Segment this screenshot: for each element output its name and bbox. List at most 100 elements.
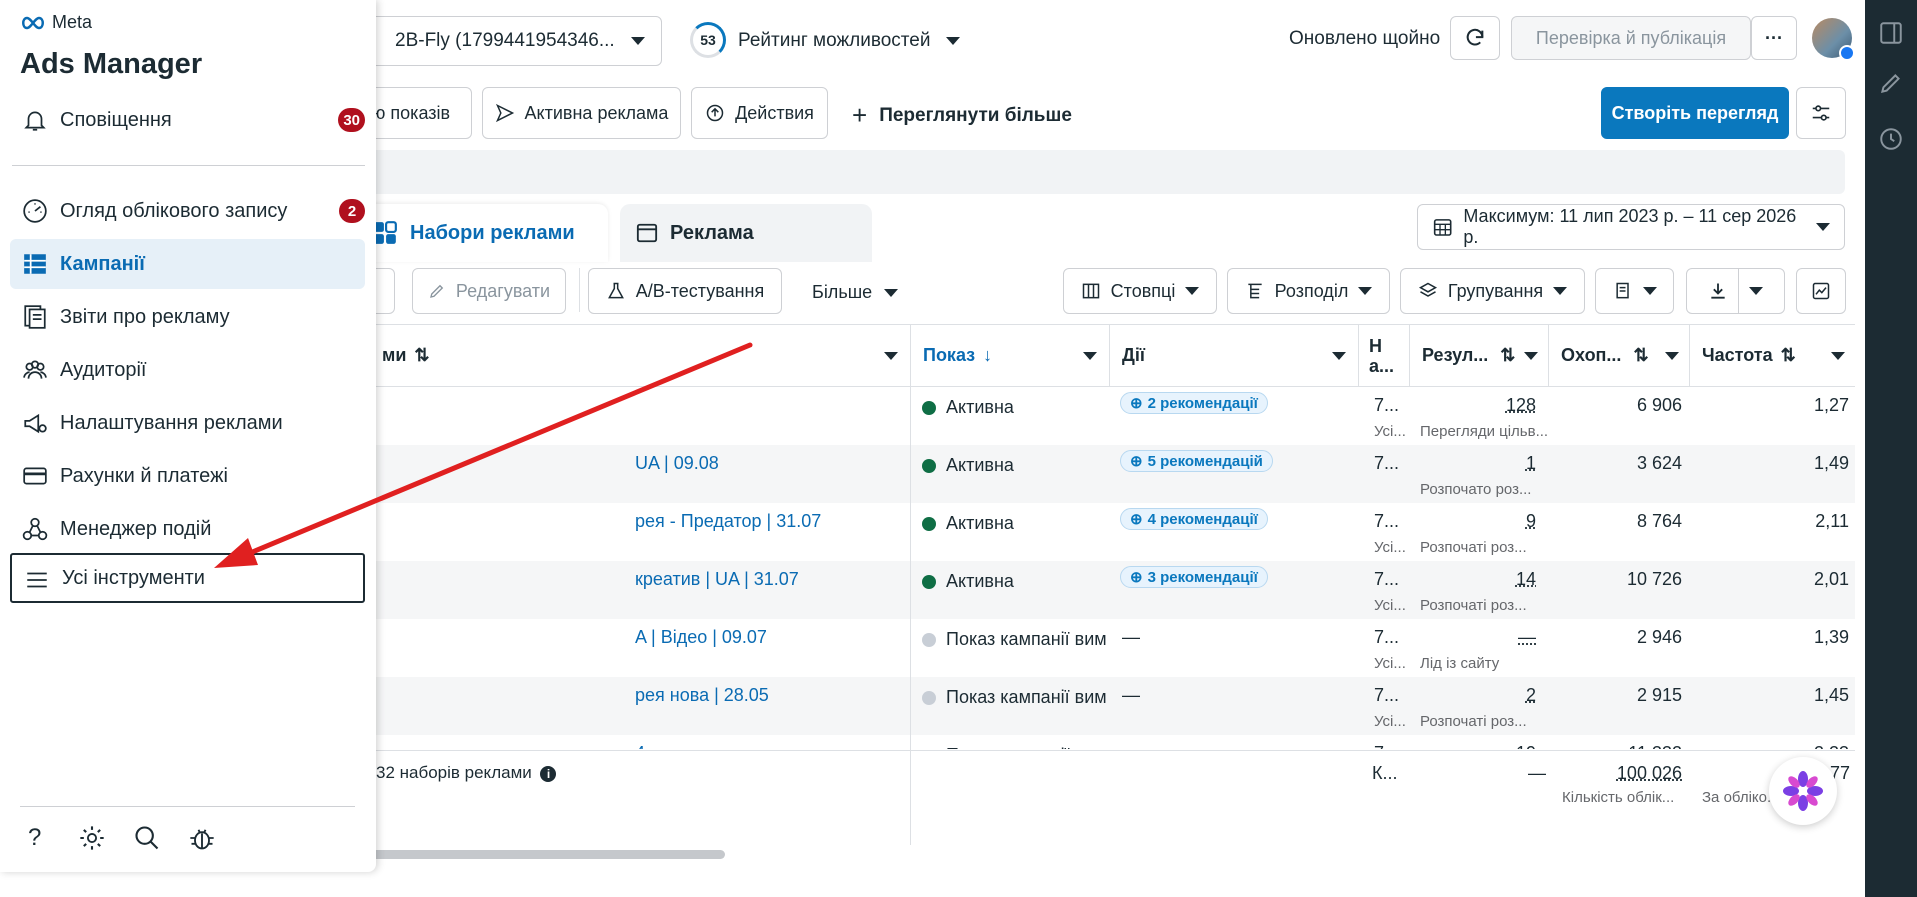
- view-settings-button[interactable]: [1796, 87, 1846, 139]
- grouping-label: Групування: [1447, 280, 1544, 301]
- frequency-value: 1,27: [1813, 395, 1849, 415]
- tab-ads[interactable]: Реклама: [620, 204, 872, 262]
- col-header-results[interactable]: Резул... ⇅: [1410, 325, 1549, 387]
- col-header-name[interactable]: ми ⇅: [370, 325, 911, 387]
- flask-icon: [607, 282, 624, 299]
- col-header-na[interactable]: Н а...: [1359, 325, 1410, 387]
- ab-test-button[interactable]: A/B-тестування: [588, 268, 782, 314]
- sidebar-item-events-manager[interactable]: Менеджер подій: [10, 504, 365, 554]
- bug-icon[interactable]: [188, 824, 216, 852]
- review-publish-button[interactable]: Перевірка й публікація: [1511, 16, 1751, 60]
- adset-name-link[interactable]: рея - Предатор | 31.07: [635, 511, 821, 532]
- info-icon[interactable]: i: [540, 766, 557, 782]
- recommendations-chip[interactable]: ⊕ 3 рекомендації: [1120, 566, 1268, 588]
- see-more-label: Переглянути більше: [879, 104, 1072, 126]
- sidebar-divider: [12, 165, 365, 166]
- sidebar-item-notifications[interactable]: Сповіщення 30: [10, 95, 365, 145]
- review-publish-label: Перевірка й публікація: [1535, 27, 1727, 48]
- pencil-icon: [429, 284, 444, 298]
- summary-na: К...: [1372, 763, 1398, 783]
- summary-text: 32 наборів реклами i: [376, 763, 557, 783]
- sidebar-item-account-overview[interactable]: Огляд облікового запису 2: [10, 186, 365, 236]
- active-ads-button[interactable]: Активна реклама: [482, 87, 681, 139]
- history-clock-icon[interactable]: [1878, 126, 1904, 152]
- table-row[interactable]: Активна ⊕ 2 рекомендації 7... Усі... 128 Перег…: [370, 387, 1855, 445]
- col-header-frequency[interactable]: Частота ⇅: [1690, 325, 1855, 387]
- layers-icon: [1418, 282, 1437, 297]
- col-header-reach[interactable]: Охоп... ⇅: [1549, 325, 1690, 387]
- recommendations-chip[interactable]: ⊕ 5 рекомендацій: [1120, 450, 1273, 472]
- more-menu-button[interactable]: Більше: [812, 282, 899, 303]
- search-icon[interactable]: [133, 824, 161, 852]
- delivery-status: Активна: [922, 571, 1014, 592]
- edit-button[interactable]: Редагувати: [412, 268, 566, 314]
- sidebar-item-ad-settings[interactable]: Налаштування реклами: [10, 398, 365, 448]
- adset-name-link[interactable]: рея нова | 28.05: [635, 685, 769, 706]
- charts-button[interactable]: [1796, 268, 1846, 314]
- grouping-button[interactable]: Групування: [1400, 268, 1585, 314]
- table-row[interactable]: UA | 09.08 Активна ⊕ 5 рекомендацій 7... 1 Роз…: [370, 445, 1855, 503]
- columns-button[interactable]: Стовпці: [1063, 268, 1217, 314]
- table-row[interactable]: A | Відео | 09.07 Показ кампанії вим — 7...…: [370, 619, 1855, 677]
- account-selector[interactable]: 2B-Fly (1799441954346...: [340, 16, 662, 66]
- actions-button[interactable]: Действия: [691, 87, 828, 139]
- recommendation-icon: ⊕: [1130, 569, 1143, 586]
- opportunity-score-label: Рейтинг можливостей: [738, 30, 931, 51]
- sidebar-item-campaigns[interactable]: Кампанії: [10, 239, 365, 289]
- date-range-picker[interactable]: Максимум: 11 лип 2023 р. – 11 сер 2026 р…: [1417, 204, 1845, 250]
- more-options-button[interactable]: ···: [1751, 16, 1797, 60]
- export-button[interactable]: [1686, 268, 1785, 314]
- status-dot: [922, 633, 936, 648]
- more-label: Більше: [812, 282, 873, 302]
- filter-bar[interactable]: [370, 150, 1845, 194]
- chevron-down-icon: [631, 37, 645, 45]
- actions-empty: —: [1122, 685, 1140, 705]
- chevron-down-icon: [1553, 287, 1568, 295]
- columns-icon: [1082, 283, 1099, 299]
- avatar[interactable]: [1812, 18, 1855, 61]
- table-row[interactable]: рея - Предатор | 31.07 Активна ⊕ 4 рекоменд…: [370, 503, 1855, 561]
- col-header-actions[interactable]: Дії: [1110, 325, 1359, 387]
- side-panel-icon[interactable]: [1878, 20, 1904, 46]
- table-row[interactable]: креатив | UA | 31.07 Активна ⊕ 3 рекомендац…: [370, 561, 1855, 619]
- sidebar-item-all-tools[interactable]: Усі інструменти: [10, 553, 365, 603]
- adset-name-link[interactable]: UA | 09.08: [635, 453, 719, 474]
- table-row[interactable]: 4 Показ кампанії вим — 7... 19 11 332 2,23: [370, 735, 1855, 749]
- gear-icon[interactable]: [78, 824, 106, 852]
- na-value: 7...: [1374, 511, 1400, 531]
- breakdown-label: Розподіл: [1274, 280, 1349, 301]
- pencil-icon[interactable]: [1878, 70, 1904, 96]
- sidebar-item-audiences[interactable]: Аудиторії: [10, 345, 365, 395]
- result-value: 14: [1515, 569, 1536, 589]
- recommendations-chip[interactable]: ⊕ 4 рекомендації: [1120, 508, 1268, 530]
- tab-adsets[interactable]: Набори реклами: [360, 204, 608, 262]
- opportunity-score-menu[interactable]: Рейтинг можливостей: [738, 30, 960, 52]
- col-header-reach-label: Охоп...: [1561, 345, 1622, 365]
- summary-result: —: [1528, 763, 1546, 783]
- create-view-button[interactable]: Створіть перегляд: [1601, 87, 1789, 139]
- report-icon: [24, 305, 46, 329]
- sidebar-item-ad-reports[interactable]: Звіти про рекламу: [10, 292, 365, 342]
- horizontal-scrollbar[interactable]: [370, 850, 725, 859]
- status-dot: [922, 517, 936, 532]
- product-title: Ads Manager: [20, 48, 203, 80]
- adset-name-link[interactable]: 4: [635, 743, 645, 749]
- megaphone-icon: [24, 413, 47, 434]
- sidebar-item-billing[interactable]: Рахунки й платежі: [10, 451, 365, 501]
- status-dot: [922, 575, 936, 590]
- refresh-button[interactable]: [1450, 16, 1500, 60]
- breakdown-button[interactable]: Розподіл: [1227, 268, 1390, 314]
- help-icon[interactable]: ?: [28, 824, 41, 852]
- reports-button[interactable]: [1595, 268, 1674, 314]
- create-view-label: Створіть перегляд: [1611, 102, 1779, 123]
- result-sub: Розпочаті роз...: [1420, 597, 1527, 614]
- ai-assistant-button[interactable]: [1769, 757, 1837, 825]
- col-header-delivery[interactable]: Показ ↓: [911, 325, 1110, 387]
- recommendations-chip[interactable]: ⊕ 2 рекомендації: [1120, 392, 1268, 414]
- table-row[interactable]: рея нова | 28.05 Показ кампанії вим — 7... У…: [370, 677, 1855, 735]
- see-more-button[interactable]: + Переглянути більше: [852, 100, 1072, 131]
- calendar-icon: [1433, 219, 1452, 236]
- adset-name-link[interactable]: креатив | UA | 31.07: [635, 569, 799, 590]
- adset-name-link[interactable]: A | Відео | 09.07: [635, 627, 767, 648]
- opportunity-score-ring[interactable]: 53: [690, 22, 726, 58]
